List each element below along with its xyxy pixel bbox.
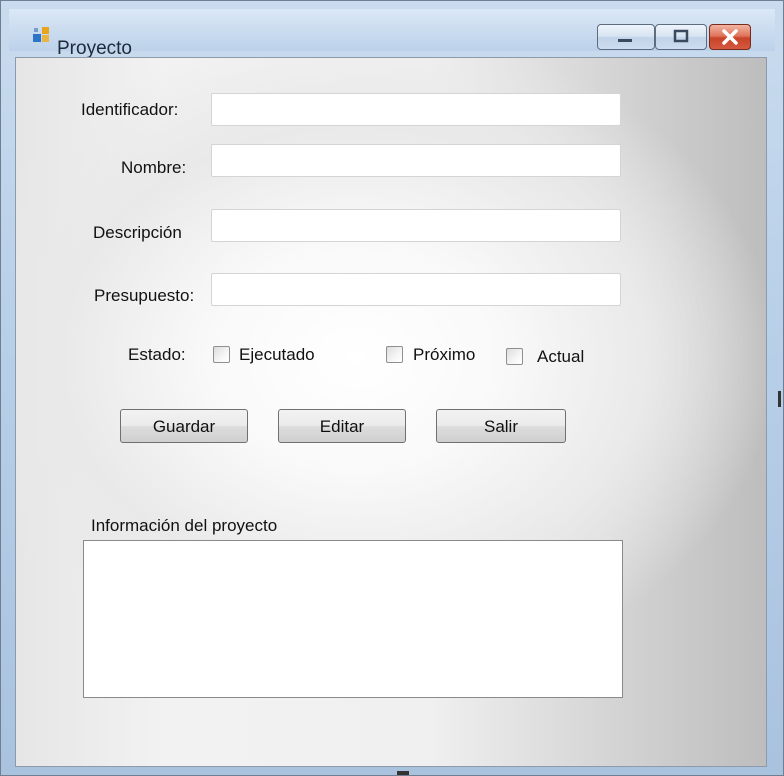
ejecutado-checkbox[interactable] <box>213 346 230 363</box>
salir-button[interactable]: Salir <box>436 409 566 443</box>
presupuesto-label: Presupuesto: <box>94 286 195 305</box>
minimize-button[interactable] <box>597 24 655 50</box>
ejecutado-label[interactable]: Ejecutado <box>239 345 315 365</box>
descripcion-label: Descripción <box>93 223 182 242</box>
editar-button[interactable]: Editar <box>278 409 406 443</box>
actual-checkbox[interactable] <box>506 348 523 365</box>
resize-grip <box>397 771 409 775</box>
close-button[interactable] <box>709 24 751 50</box>
proximo-checkbox[interactable] <box>386 346 403 363</box>
minimize-icon <box>618 39 632 42</box>
window-frame: Proyecto Identificador: Nombre: Descripc… <box>0 0 784 776</box>
info-textarea[interactable] <box>83 540 623 698</box>
nombre-input[interactable] <box>211 144 621 177</box>
estado-label: Estado: <box>128 345 186 364</box>
identificador-label: Identificador: <box>81 100 179 119</box>
descripcion-input[interactable] <box>211 209 621 242</box>
proximo-label[interactable]: Próximo <box>413 345 475 365</box>
window-edge-mark <box>778 391 781 407</box>
info-label: Información del proyecto <box>91 516 278 535</box>
actual-label[interactable]: Actual <box>537 347 584 367</box>
maximize-icon <box>673 29 689 43</box>
windows-form-icon <box>33 27 49 42</box>
maximize-button[interactable] <box>655 24 707 50</box>
close-icon <box>722 29 738 45</box>
identificador-input[interactable] <box>211 93 621 126</box>
presupuesto-input[interactable] <box>211 273 621 306</box>
guardar-button[interactable]: Guardar <box>120 409 248 443</box>
nombre-label: Nombre: <box>121 158 187 177</box>
window-controls <box>597 24 751 52</box>
